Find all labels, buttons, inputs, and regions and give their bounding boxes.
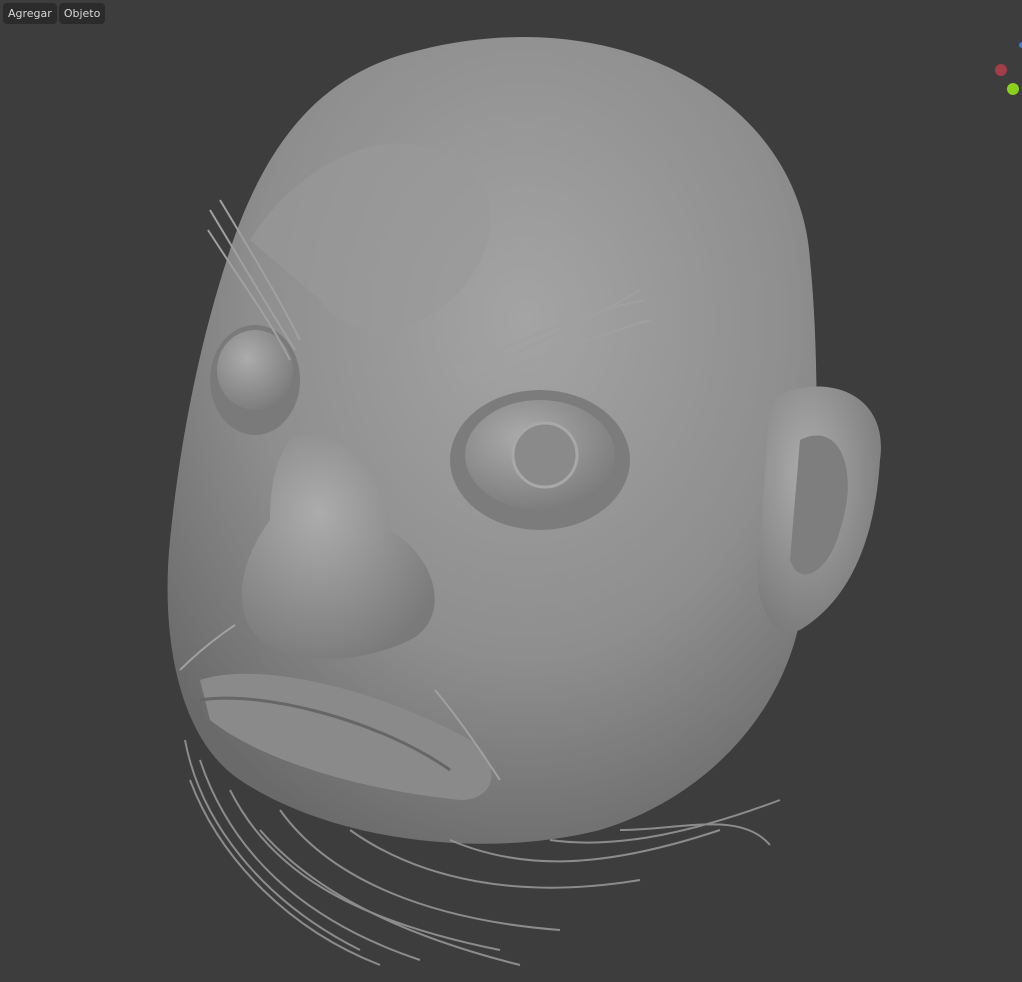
- 3d-viewport[interactable]: [0, 0, 1022, 982]
- menu-objeto[interactable]: Objeto: [58, 3, 106, 24]
- menu-agregar[interactable]: Agregar: [3, 3, 57, 24]
- navigation-gizmo-x-axis[interactable]: [995, 64, 1007, 76]
- sculpted-head-model[interactable]: [167, 37, 881, 844]
- header-menu: Agregar Objeto: [3, 3, 106, 24]
- navigation-gizmo-y-axis[interactable]: [1007, 83, 1019, 95]
